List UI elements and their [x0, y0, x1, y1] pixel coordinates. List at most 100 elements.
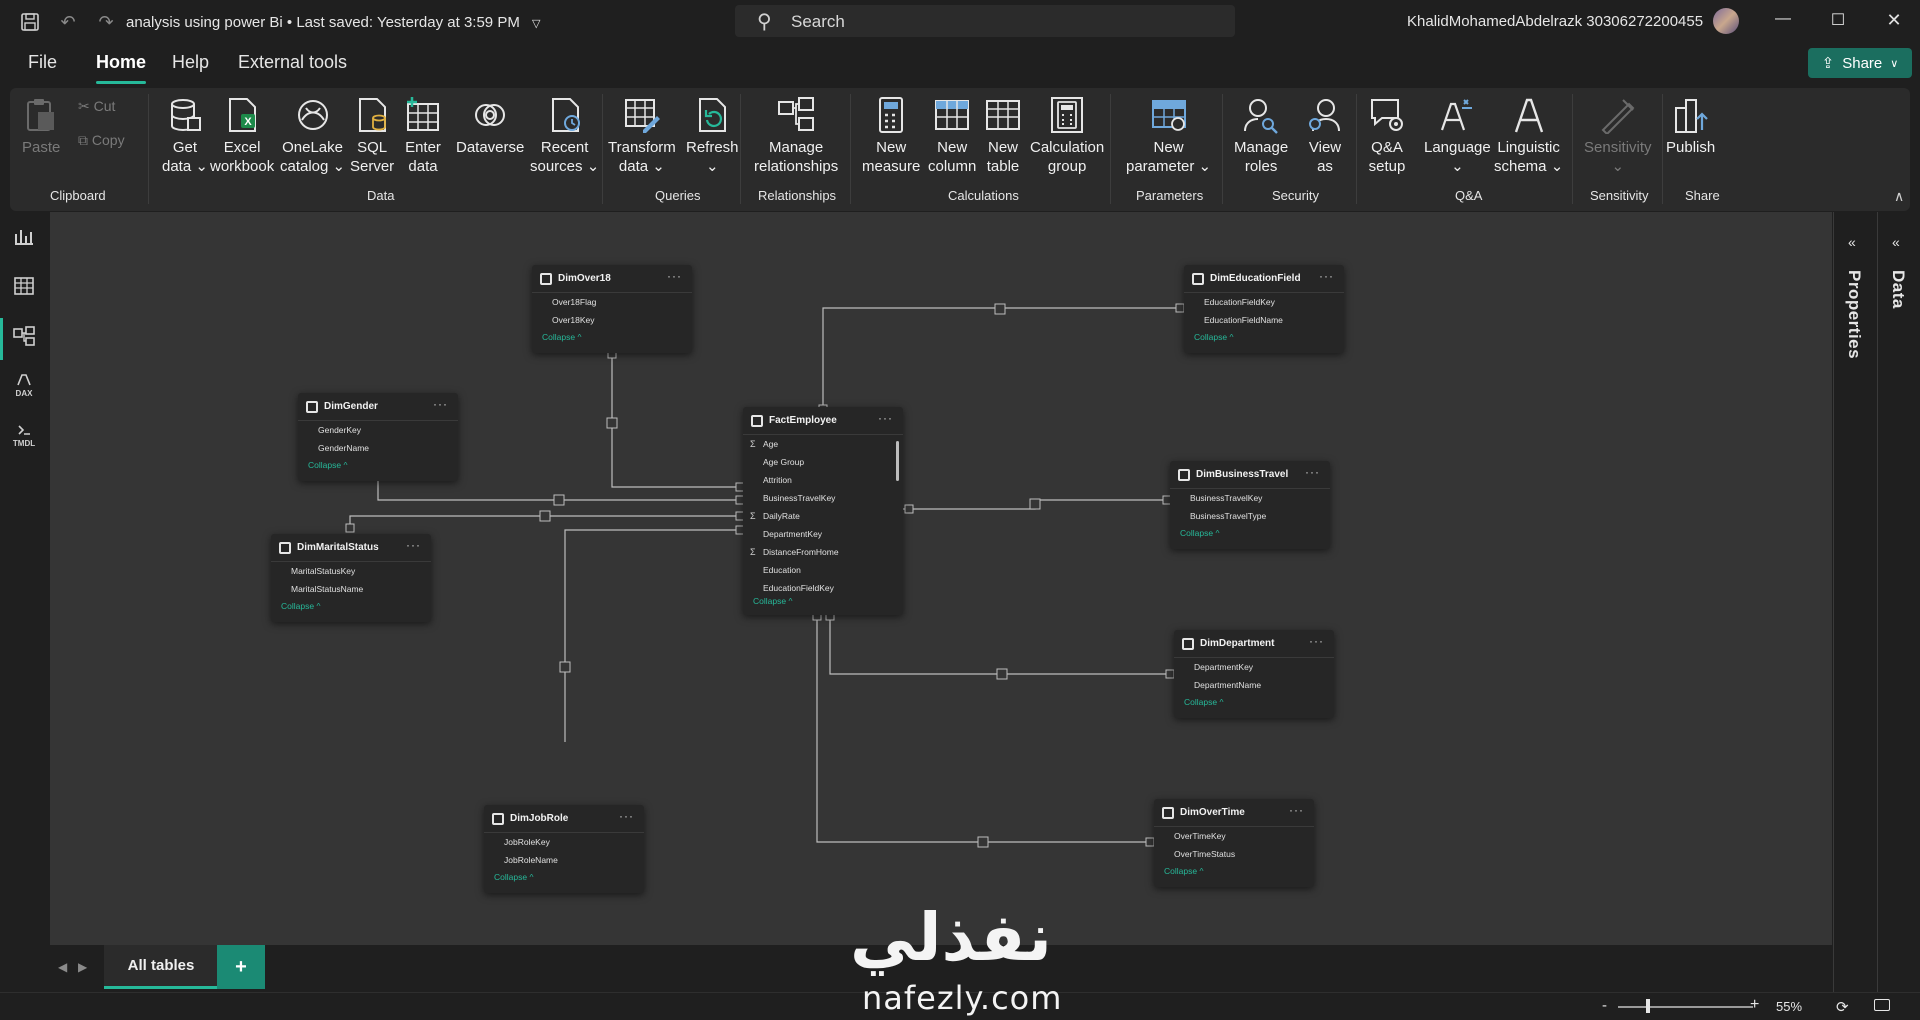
more-options-icon[interactable]: ···	[406, 538, 421, 552]
field-row[interactable]: Over18Key	[532, 311, 692, 329]
onelake-catalog-button[interactable]: OneLake catalog ⌄	[280, 96, 345, 176]
field-row[interactable]: MaritalStatusKey	[271, 562, 431, 580]
more-options-icon[interactable]: ···	[1289, 803, 1304, 817]
more-options-icon[interactable]: ···	[878, 411, 893, 425]
more-options-icon[interactable]: ···	[1319, 269, 1334, 283]
document-title[interactable]: analysis using power Bi • Last saved: Ye…	[126, 14, 540, 31]
transform-data-button[interactable]: Transform data ⌄	[608, 96, 676, 176]
zoom-in-button[interactable]: +	[1750, 996, 1759, 1014]
more-options-icon[interactable]: ···	[667, 269, 682, 283]
table-card-dimdepartment[interactable]: DimDepartment ··· DepartmentKey Departme…	[1174, 630, 1334, 718]
model-canvas[interactable]: DimOver18 ··· Over18Flag Over18Key Colla…	[50, 212, 1832, 945]
field-row[interactable]: GenderKey	[298, 421, 458, 439]
field-row[interactable]: BusinessTravelKey	[1170, 489, 1330, 507]
more-options-icon[interactable]: ···	[1305, 465, 1320, 479]
share-button[interactable]: ⇪ Share ∨	[1808, 48, 1912, 78]
zoom-level[interactable]: 55%	[1776, 999, 1802, 1014]
table-card-factemployee[interactable]: FactEmployee ··· Σ Age Age Group Attritio…	[743, 407, 903, 615]
minimize-icon[interactable]: —	[1763, 10, 1803, 34]
fit-to-screen-icon[interactable]: ⟳	[1836, 998, 1849, 1016]
field-row[interactable]: Σ DistanceFromHome	[743, 543, 903, 561]
field-row[interactable]: GenderName	[298, 439, 458, 457]
publish-button[interactable]: Publish	[1666, 96, 1715, 157]
table-card-dimbusinesstravel[interactable]: DimBusinessTravel ··· BusinessTravelKey …	[1170, 461, 1330, 549]
collapse-ribbon-icon[interactable]: ∧	[1894, 188, 1904, 205]
refresh-button[interactable]: Refresh ⌄	[686, 96, 739, 176]
dataverse-button[interactable]: Dataverse	[456, 96, 524, 157]
user-name[interactable]: KhalidMohamedAbdelrazk 30306272200455	[1407, 13, 1703, 30]
paste-button[interactable]: Paste	[22, 96, 60, 157]
table-header[interactable]: DimMaritalStatus ···	[271, 534, 431, 562]
field-row[interactable]: DepartmentKey	[1174, 658, 1334, 676]
collapse-link[interactable]: Collapse ^	[298, 457, 458, 473]
table-header[interactable]: DimBusinessTravel ···	[1170, 461, 1330, 489]
collapse-link[interactable]: Collapse ^	[1184, 329, 1344, 345]
collapse-link[interactable]: Collapse ^	[484, 869, 644, 885]
get-data-button[interactable]: Get data ⌄	[162, 96, 208, 176]
field-row[interactable]: Σ DailyRate	[743, 507, 903, 525]
recent-sources-button[interactable]: Recent sources ⌄	[530, 96, 599, 176]
more-options-icon[interactable]: ···	[1309, 634, 1324, 648]
table-header[interactable]: DimOver18 ···	[532, 265, 692, 293]
field-row[interactable]: BusinessTravelKey	[743, 489, 903, 507]
menu-help[interactable]: Help	[172, 52, 209, 73]
table-header[interactable]: FactEmployee ···	[743, 407, 903, 435]
undo-icon[interactable]: ↶	[54, 8, 82, 36]
chevron-down-icon[interactable]: ▽	[532, 18, 540, 30]
tab-all-tables[interactable]: All tables	[104, 945, 218, 989]
more-options-icon[interactable]: ···	[619, 809, 634, 823]
expand-properties-icon[interactable]: «	[1848, 234, 1856, 250]
zoom-slider[interactable]	[1618, 1006, 1753, 1008]
manage-relationships-button[interactable]: Manage relationships	[754, 96, 838, 176]
dax-query-view-icon[interactable]: DAX	[8, 370, 40, 402]
cut-button[interactable]: ✂ Cut	[78, 98, 115, 115]
table-card-dimjobrole[interactable]: DimJobRole ··· JobRoleKey JobRoleName Co…	[484, 805, 644, 893]
field-row[interactable]: Over18Flag	[532, 293, 692, 311]
manage-roles-button[interactable]: Manage roles	[1234, 96, 1288, 176]
sql-server-button[interactable]: SQL Server	[350, 96, 394, 176]
collapse-link[interactable]: Collapse ^	[1154, 863, 1314, 879]
table-card-dimover18[interactable]: DimOver18 ··· Over18Flag Over18Key Colla…	[532, 265, 692, 353]
linguistic-schema-button[interactable]: Linguistic schema ⌄	[1494, 96, 1563, 176]
field-row[interactable]: Σ Age	[743, 435, 903, 453]
more-options-icon[interactable]: ···	[433, 397, 448, 411]
collapse-link[interactable]: Collapse ^	[1170, 525, 1330, 541]
properties-pane-tab[interactable]: Properties	[1844, 270, 1864, 359]
tmdl-view-icon[interactable]: TMDL	[8, 420, 40, 452]
new-column-button[interactable]: New column	[928, 96, 976, 176]
collapse-link[interactable]: Collapse ^	[271, 598, 431, 614]
field-row[interactable]: MaritalStatusName	[271, 580, 431, 598]
table-header[interactable]: DimJobRole ···	[484, 805, 644, 833]
zoom-out-button[interactable]: -	[1602, 997, 1607, 1014]
field-row[interactable]: DepartmentName	[1174, 676, 1334, 694]
model-view-icon[interactable]	[8, 320, 40, 352]
new-parameter-button[interactable]: New parameter ⌄	[1126, 96, 1211, 176]
enter-data-button[interactable]: Enter data	[404, 96, 442, 176]
field-row[interactable]: JobRoleKey	[484, 833, 644, 851]
field-row[interactable]: EducationFieldName	[1184, 311, 1344, 329]
table-card-dimeducationfield[interactable]: DimEducationField ··· EducationFieldKey …	[1184, 265, 1344, 353]
field-row[interactable]: EducationFieldKey	[1184, 293, 1344, 311]
report-view-icon[interactable]	[8, 220, 40, 252]
field-row[interactable]: Attrition	[743, 471, 903, 489]
tab-scroll-left-icon[interactable]: ◀	[58, 960, 67, 974]
table-header[interactable]: DimDepartment ···	[1174, 630, 1334, 658]
field-row[interactable]: BusinessTravelType	[1170, 507, 1330, 525]
save-icon[interactable]	[16, 8, 44, 36]
fullscreen-icon[interactable]	[1874, 999, 1890, 1011]
field-row[interactable]: Education	[743, 561, 903, 579]
view-as-button[interactable]: View as	[1306, 96, 1344, 176]
avatar[interactable]	[1713, 8, 1739, 34]
close-icon[interactable]: ✕	[1874, 10, 1914, 34]
field-row[interactable]: OverTimeStatus	[1154, 845, 1314, 863]
field-row[interactable]: EducationFieldKey	[743, 579, 903, 597]
menu-file[interactable]: File	[28, 52, 57, 73]
excel-workbook-button[interactable]: X Excel workbook	[210, 96, 274, 176]
table-card-dimmaritalstatus[interactable]: DimMaritalStatus ··· MaritalStatusKey Ma…	[271, 534, 431, 622]
redo-icon[interactable]: ↷	[92, 8, 120, 36]
language-button[interactable]: Language ⌄	[1424, 96, 1491, 176]
add-layout-button[interactable]: +	[217, 945, 265, 989]
new-measure-button[interactable]: New measure	[862, 96, 920, 176]
field-row[interactable]: Age Group	[743, 453, 903, 471]
copy-button[interactable]: ⧉ Copy	[78, 132, 125, 149]
